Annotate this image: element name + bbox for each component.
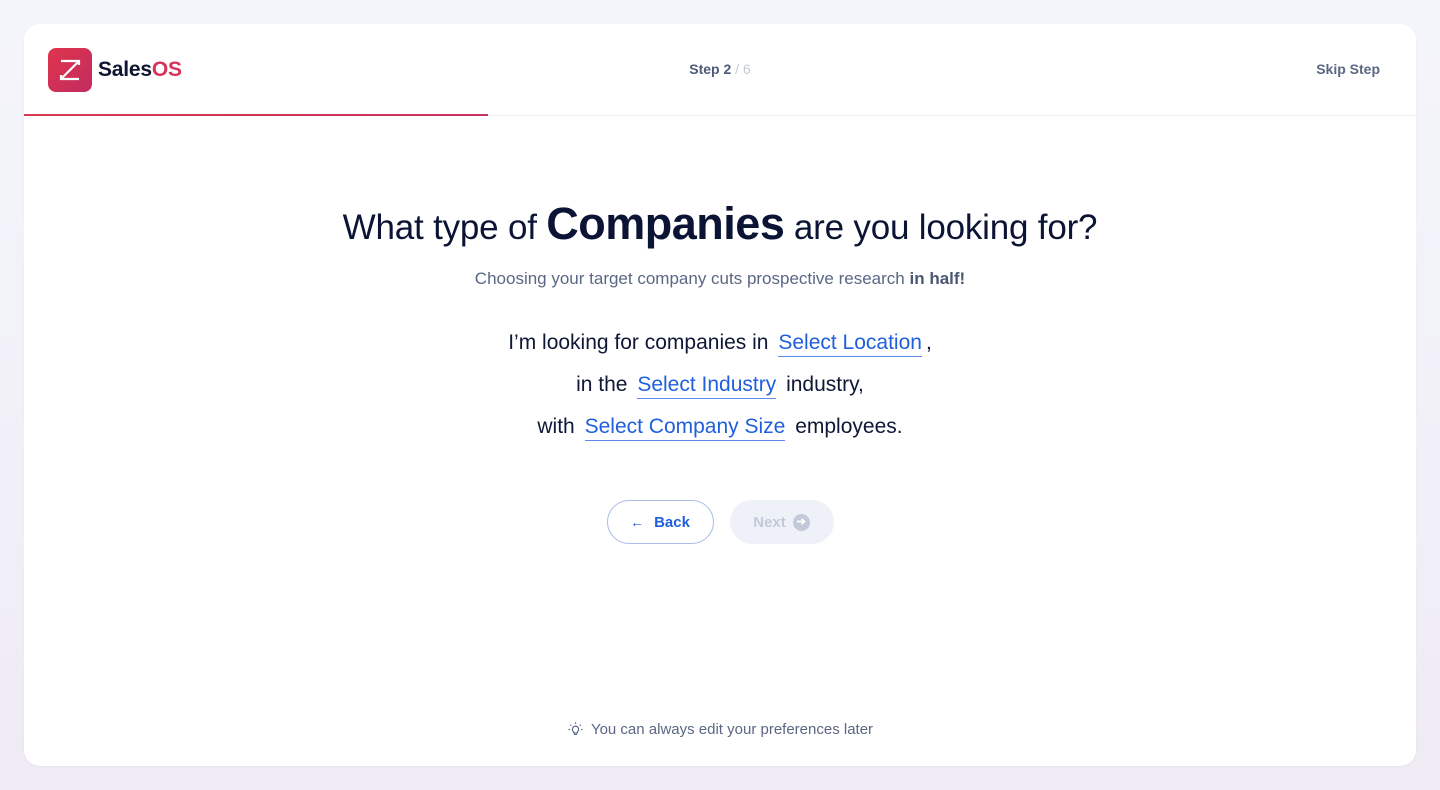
select-industry-dropdown[interactable]: Select Industry (637, 372, 777, 399)
hint-text: You can always edit your preferences lat… (590, 721, 874, 738)
next-label: Next (753, 513, 786, 531)
step-total: 6 (742, 61, 751, 77)
title-after: are you looking for? (793, 208, 1098, 247)
progress-bar (24, 114, 488, 116)
page-title: What type of Companies are you looking f… (24, 198, 1416, 250)
top-bar: SalesOS Step 2 / 6 Skip Step (24, 24, 1416, 116)
company-size-sentence: with Select Company Size employees. (24, 412, 1416, 442)
title-before: What type of (342, 208, 537, 247)
subtitle-text: Choosing your target company cuts prospe… (474, 269, 905, 288)
skip-step-button[interactable]: Skip Step (1316, 61, 1380, 77)
industry-sentence: in the Select Industry industry, (24, 370, 1416, 400)
back-label: Back (654, 513, 690, 531)
back-button[interactable]: ← Back (606, 500, 714, 544)
line3-prefix: with (537, 415, 575, 438)
line1-prefix: I’m looking for companies in (508, 331, 769, 354)
footer-hint: You can always edit your preferences lat… (24, 721, 1416, 738)
arrow-left-icon: ← (630, 514, 645, 530)
subtitle-emphasis: in half! (909, 269, 966, 288)
page-subtitle: Choosing your target company cuts prospe… (24, 269, 1416, 289)
lightbulb-icon (568, 722, 583, 735)
line1-suffix: , (925, 331, 932, 354)
onboarding-card: SalesOS Step 2 / 6 Skip Step What type o… (24, 24, 1416, 766)
navigation-buttons: ← Back Next ➔ (24, 500, 1416, 544)
step-separator: / (735, 61, 740, 77)
line2-suffix: industry, (786, 373, 864, 396)
select-company-size-dropdown[interactable]: Select Company Size (584, 414, 786, 441)
location-sentence: I’m looking for companies in Select Loca… (24, 328, 1416, 358)
line3-suffix: employees. (795, 415, 903, 438)
arrow-right-circle-icon: ➔ (792, 513, 810, 531)
step-indicator: Step 2 / 6 (24, 61, 1416, 77)
step-current: Step 2 (689, 61, 732, 77)
select-location-dropdown[interactable]: Select Location (778, 330, 922, 357)
title-emphasis: Companies (546, 198, 785, 249)
line2-prefix: in the (576, 373, 628, 396)
next-button[interactable]: Next ➔ (729, 500, 834, 544)
